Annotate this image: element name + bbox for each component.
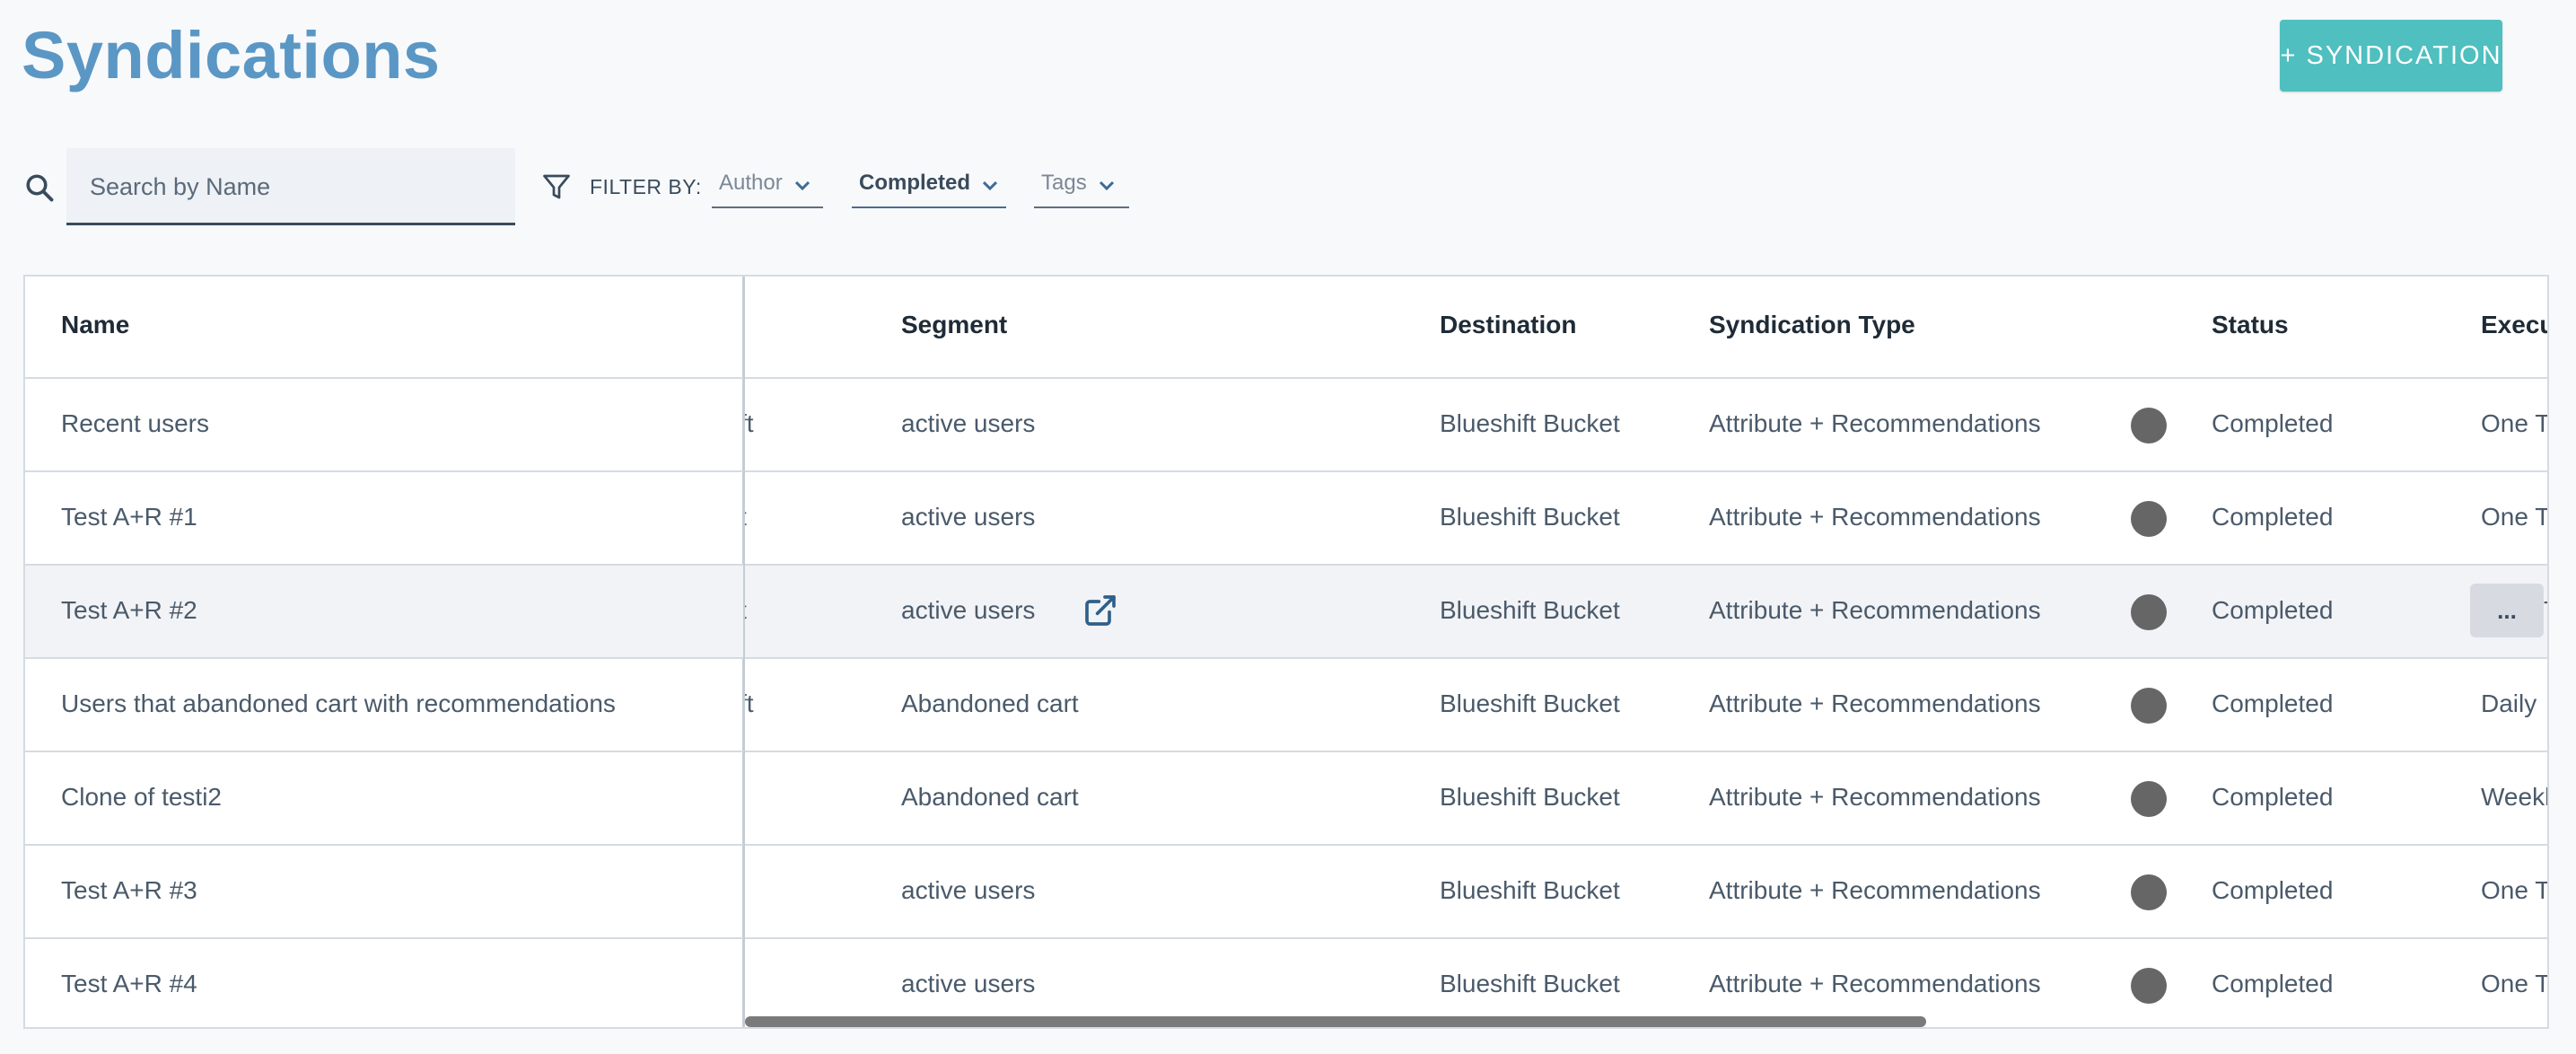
syndication-type-cell: Attribute + Recommendations xyxy=(1709,970,2041,997)
name-cell[interactable]: Test A+R #1 xyxy=(61,503,197,531)
name-row[interactable]: Test A+R #1 xyxy=(25,470,743,564)
column-header-name[interactable]: Name xyxy=(61,311,129,339)
name-cell[interactable]: Test A+R #3 xyxy=(61,876,197,905)
destination-cell: Blueshift Bucket xyxy=(1440,409,1620,437)
syndication-type-cell: Attribute + Recommendations xyxy=(1709,783,2041,811)
execution-cell: One T xyxy=(2481,503,2549,531)
status-cell: Completed xyxy=(2212,783,2334,811)
status-dot-icon xyxy=(2131,874,2167,910)
status-dot-icon xyxy=(2131,501,2167,537)
filter-icon xyxy=(543,174,570,199)
column-header-segment[interactable]: Segment xyxy=(901,311,1007,339)
execution-cell: One T xyxy=(2481,409,2549,437)
name-row[interactable]: Recent users xyxy=(25,377,743,470)
status-dot-icon xyxy=(2131,968,2167,1004)
destination-cell: Blueshift Bucket xyxy=(1440,689,1620,717)
name-cell[interactable]: Recent users xyxy=(61,409,209,438)
chevron-down-icon xyxy=(1099,180,1114,191)
status-cell: Completed xyxy=(2212,970,2334,997)
status-cell: Completed xyxy=(2212,596,2334,624)
destination-cell: Blueshift Bucket xyxy=(1440,970,1620,997)
segment-cell: active users xyxy=(901,876,1036,904)
name-cell[interactable]: Users that abandoned cart with recommend… xyxy=(61,689,616,718)
syndication-type-cell: Attribute + Recommendations xyxy=(1709,409,2041,437)
status-cell: Completed xyxy=(2212,503,2334,531)
syndication-type-cell: Attribute + Recommendations xyxy=(1709,689,2041,717)
status-dot-icon xyxy=(2131,688,2167,724)
name-row[interactable]: Test A+R #3 xyxy=(25,844,743,937)
chevron-down-icon xyxy=(794,180,810,191)
status-dot-icon xyxy=(2131,594,2167,630)
chevron-down-icon xyxy=(982,180,998,191)
syndications-table: Segment Destination Syndication Type Sta… xyxy=(23,275,2549,1029)
row-actions-button[interactable]: ... xyxy=(2470,584,2544,637)
page-title: Syndications xyxy=(22,18,441,92)
execution-cell: One T xyxy=(2481,876,2549,904)
name-row[interactable]: Test A+R #2 xyxy=(25,564,743,657)
execution-cell: Daily xyxy=(2481,689,2537,717)
horizontal-scrollbar[interactable] xyxy=(745,1016,1926,1027)
name-cell[interactable]: Test A+R #2 xyxy=(61,596,197,625)
filter-status-label: Completed xyxy=(859,171,971,195)
filter-tags-label: Tags xyxy=(1041,171,1087,195)
segment-cell: Abandoned cart xyxy=(901,783,1079,811)
syndication-type-cell: Attribute + Recommendations xyxy=(1709,503,2041,531)
status-dot-icon xyxy=(2131,781,2167,817)
search-icon[interactable] xyxy=(23,171,56,204)
execution-cell: T xyxy=(2544,596,2547,625)
name-row[interactable]: Clone of testi2 xyxy=(25,751,743,844)
column-header-execution[interactable]: Execu xyxy=(2481,311,2547,339)
status-cell: Completed xyxy=(2212,689,2334,717)
column-header-status[interactable]: Status xyxy=(2212,311,2289,339)
filter-author-dropdown[interactable]: Author xyxy=(712,171,823,208)
syndication-type-cell: Attribute + Recommendations xyxy=(1709,876,2041,904)
execution-cell: Weekl xyxy=(2481,783,2549,811)
name-cell[interactable]: Clone of testi2 xyxy=(61,783,222,812)
destination-cell: Blueshift Bucket xyxy=(1440,503,1620,531)
external-link-icon[interactable] xyxy=(1082,593,1118,628)
segment-cell: active users xyxy=(901,503,1036,531)
frozen-name-column: Name Recent users Test A+R #1 Test A+R #… xyxy=(25,277,745,1027)
segment-cell: Abandoned cart xyxy=(901,689,1079,717)
segment-cell: active users xyxy=(901,409,1036,437)
name-cell[interactable]: Test A+R #4 xyxy=(61,970,197,998)
segment-cell: active users xyxy=(901,970,1036,997)
syndication-type-cell: Attribute + Recommendations xyxy=(1709,596,2041,624)
segment-cell: active users xyxy=(901,596,1036,624)
column-header-destination[interactable]: Destination xyxy=(1440,311,1576,339)
filter-tags-dropdown[interactable]: Tags xyxy=(1034,171,1129,208)
filter-by-label: FILTER BY: xyxy=(590,175,702,198)
search-field[interactable] xyxy=(66,148,515,225)
column-header-syndication-type[interactable]: Syndication Type xyxy=(1709,311,1915,339)
add-syndication-button[interactable]: + SYNDICATION xyxy=(2280,20,2502,92)
search-input[interactable] xyxy=(88,168,504,206)
status-dot-icon xyxy=(2131,408,2167,444)
status-cell: Completed xyxy=(2212,876,2334,904)
filter-status-dropdown[interactable]: Completed xyxy=(852,171,1006,208)
destination-cell: Blueshift Bucket xyxy=(1440,876,1620,904)
name-row[interactable]: Test A+R #4 xyxy=(25,937,743,1027)
name-row[interactable]: Users that abandoned cart with recommend… xyxy=(25,657,743,751)
destination-cell: Blueshift Bucket xyxy=(1440,783,1620,811)
status-cell: Completed xyxy=(2212,409,2334,437)
destination-cell: Blueshift Bucket xyxy=(1440,596,1620,624)
execution-cell: One T xyxy=(2481,970,2549,997)
filter-author-label: Author xyxy=(719,171,783,195)
